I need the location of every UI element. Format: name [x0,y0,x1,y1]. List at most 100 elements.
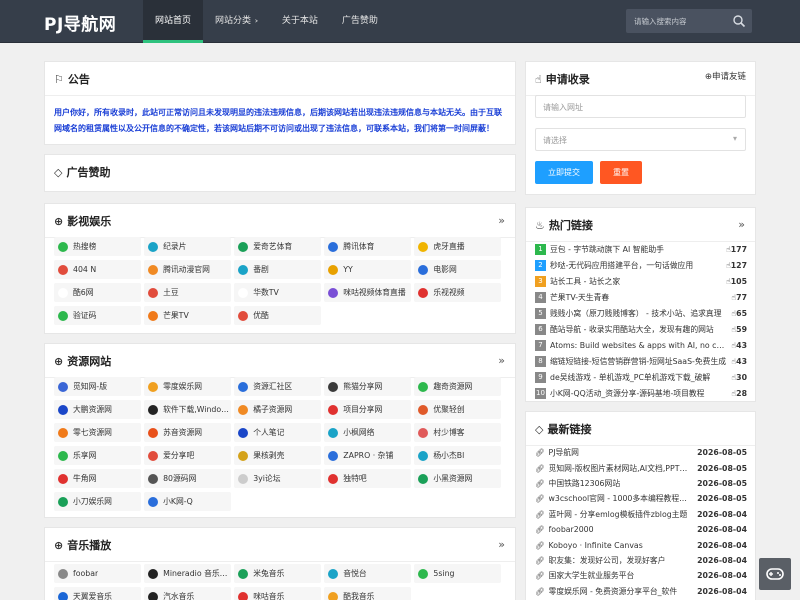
music-link[interactable]: foobar [54,564,141,583]
nav-categories[interactable]: 网站分类 › [203,0,270,43]
music-link[interactable]: 音悦台 [324,564,411,583]
hot-link-text: Atoms: Build websites & apps with AI, no… [550,341,729,351]
film-link[interactable]: 虎牙直播 [414,237,501,256]
resources-link[interactable]: 零度娱乐网 [144,377,231,396]
nav-ads[interactable]: 广告赞助 [330,0,390,43]
latest-link-row[interactable]: 🔗︎ 职友集：发现好公司，发现好客户 2026-08-04 [535,553,747,568]
reset-button[interactable]: 重置 [600,161,642,184]
more-arrow-icon[interactable]: » [498,214,505,227]
music-link[interactable]: 天翼爱音乐 [54,587,141,600]
resources-link[interactable]: 项目分享网 [324,400,411,419]
more-arrow-icon[interactable]: » [498,538,505,551]
music-link[interactable]: 5sing [414,564,501,583]
resources-link[interactable]: 橘子资源网 [234,400,321,419]
float-toolbar-button[interactable] [759,558,791,590]
film-link[interactable]: 腾讯体育 [324,237,411,256]
category-select[interactable]: 请选择 ▾ [535,128,746,151]
film-link[interactable]: 华数TV [234,283,321,302]
film-link[interactable]: 番剧 [234,260,321,279]
resources-link[interactable]: 资源汇社区 [234,377,321,396]
resources-link[interactable]: 村少博客 [414,423,501,442]
resources-link[interactable]: 大鹏资源网 [54,400,141,419]
music-link[interactable]: 酷我音乐 [324,587,411,600]
film-link[interactable]: 验证码 [54,306,141,325]
resources-link[interactable]: 小枫网络 [324,423,411,442]
film-link[interactable]: 腾讯动漫官网 [144,260,231,279]
music-link[interactable]: Mineradio 音乐电台 [144,564,231,583]
music-link[interactable]: 米兔音乐 [234,564,321,583]
film-link[interactable]: 纪录片 [144,237,231,256]
film-link[interactable]: 热搜榜 [54,237,141,256]
music-link[interactable]: 汽水音乐 [144,587,231,600]
hot-link-row[interactable]: 3 站长工具 - 站长之家 ☝105 [535,273,747,289]
film-link[interactable]: 酷6网 [54,283,141,302]
film-link[interactable]: 404 N [54,260,141,279]
latest-link-row[interactable]: 🔗︎ PJ导航网 2026-08-05 [535,445,747,460]
film-link[interactable]: 乐视视频 [414,283,501,302]
latest-link-row[interactable]: 🔗︎ 零度娱乐网 - 免费资源分享平台_软件 2026-08-04 [535,584,747,599]
nav-home[interactable]: 网站首页 [143,0,204,43]
globe-icon: ⊕ [54,214,64,228]
latest-link-row[interactable]: 🔗︎ foobar2000 2026-08-04 [535,522,747,537]
nav-about[interactable]: 关于本站 [270,0,330,43]
resources-link[interactable]: 独特吧 [324,469,411,488]
film-link[interactable]: YY [324,260,411,279]
hot-link-row[interactable]: 4 芒果TV-天生青春 ☝77 [535,289,747,305]
search-input[interactable]: 请输入搜索内容 [634,16,687,27]
latest-link-row[interactable]: 🔗︎ Koboyo · Infinite Canvas 2026-08-04 [535,537,747,552]
hot-link-row[interactable]: 8 缩链短链接-短信营销群营销-短网址SaaS-免费生成 ☝43 [535,354,747,370]
link-label: 酷6网 [73,288,94,297]
resources-link[interactable]: 个人笔记 [234,423,321,442]
hot-link-row[interactable]: 9 de吴线游戏 - 单机游戏_PC单机游戏下载_破解 ☝30 [535,370,747,386]
latest-link-row[interactable]: 🔗︎ 蓝叶网 - 分享emlog模板插件zblog主题 2026-08-04 [535,507,747,522]
more-arrow-icon[interactable]: » [738,218,745,231]
hot-link-row[interactable]: 1 豆包 - 字节跳动旗下 AI 智能助手 ☝177 [535,241,747,257]
resources-link[interactable]: 果核剥壳 [234,446,321,465]
latest-link-row[interactable]: 🔗︎ w3cschool官网 - 1000多本编程教程免费学 2026-08-05 [535,491,747,506]
resources-link[interactable]: 软件下载,Windows软件 [144,400,231,419]
hot-link-row[interactable]: 5 贱贱小窝（原刀贱贱博客） - 技术小站、追求真理 ☝65 [535,305,747,321]
diamond-icon: ◇ [535,422,544,436]
resources-link[interactable]: 小黑资源网 [414,469,501,488]
resources-link[interactable]: 苏音资源网 [144,423,231,442]
search-icon[interactable] [732,14,746,28]
film-link[interactable]: 优酷 [234,306,321,325]
film-link[interactable]: 芒果TV [144,306,231,325]
resources-link[interactable]: 零七资源网 [54,423,141,442]
resources-link[interactable]: 熊猫分享网 [324,377,411,396]
resources-link[interactable]: 80源码网 [144,469,231,488]
latest-link-row[interactable]: 🔗︎ 中国铁路12306网站 2026-08-05 [535,476,747,491]
url-field[interactable]: 请输入网址 [535,95,746,118]
film-link[interactable]: 电影网 [414,260,501,279]
resources-link[interactable]: ZAPRO · 杂铺 [324,446,411,465]
film-link[interactable]: 土豆 [144,283,231,302]
latest-link-row[interactable]: 🔗︎ 国家大学生就业服务平台 2026-08-04 [535,568,747,583]
hot-link-text: 贱贱小窝（原刀贱贱博客） - 技术小站、追求真理 [550,308,722,318]
search-box[interactable]: 请输入搜索内容 [626,9,752,33]
resources-link[interactable]: 乐享网 [54,446,141,465]
apply-friend-link[interactable]: ⊕申请友链 [705,70,746,82]
resources-link[interactable]: 小刀娱乐网 [54,492,141,511]
resources-link[interactable]: 杨小杰Bl [414,446,501,465]
resources-link[interactable]: 觅知网-版 [54,377,141,396]
resources-link[interactable]: 3yi论坛 [234,469,321,488]
submit-button[interactable]: 立即提交 [535,161,593,184]
hot-link-row[interactable]: 7 Atoms: Build websites & apps with AI, n… [535,338,747,354]
resources-link[interactable]: 牛角网 [54,469,141,488]
hot-link-row[interactable]: 2 秒哒-无代码应用搭建平台，一句话做应用 ☝127 [535,257,747,273]
hot-link-row[interactable]: 10 小K网-QQ活动_资源分享-源码基地-项目教程 ☝28 [535,386,747,402]
resources-link[interactable]: 小K网-Q [144,492,231,511]
hot-link-text: 站长工具 - 站长之家 [550,276,621,286]
film-link[interactable]: 爱奇艺体育 [234,237,321,256]
resources-link[interactable]: 趣奇资源网 [414,377,501,396]
film-link[interactable]: 咪咕视频体育直播 [324,283,411,302]
latest-link-row[interactable]: 🔗︎ 觅知网-版权图片素材网站,AI文档,PPT模板 2026-08-05 [535,460,747,475]
music-link[interactable]: 咪咕音乐 [234,587,321,600]
more-arrow-icon[interactable]: » [498,354,505,367]
hot-link-row[interactable]: 6 酷站导航 - 收录实用酷站大全，发现有趣的网站 ☝59 [535,321,747,337]
forum-icon [238,473,249,484]
resources-link[interactable]: 优聚轻创 [414,400,501,419]
resources-link[interactable]: 爱分享吧 [144,446,231,465]
site-logo[interactable]: PJ导航网 [44,10,116,35]
link-date: 2026-08-04 [697,540,747,550]
